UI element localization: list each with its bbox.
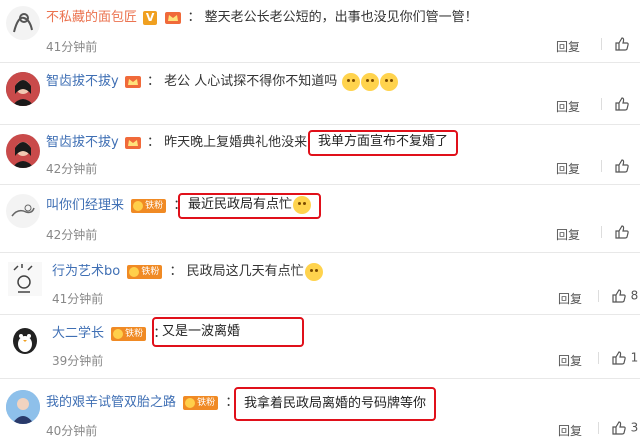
like-button[interactable] (593, 224, 630, 240)
reply-button[interactable]: 回复 (556, 160, 580, 177)
vip-crown-icon (124, 136, 141, 149)
comment-text: 民政局这几天有点忙 (186, 264, 304, 279)
laugh-cry-emoji (304, 262, 323, 281)
vip-v-icon: V (143, 10, 158, 25)
username[interactable]: 大二学长 (52, 326, 104, 341)
timestamp: 42分钟前 (46, 228, 98, 242)
username[interactable]: 智齿拔不拔y (46, 135, 119, 150)
avatar[interactable] (6, 194, 40, 228)
reply-button[interactable]: 回复 (558, 422, 582, 439)
divider (0, 62, 640, 63)
timestamp: 41分钟前 (52, 292, 104, 306)
comment-text: 昨天晚上复婚典礼他没来 (164, 135, 308, 150)
reply-button[interactable]: 回复 (556, 98, 580, 115)
highlight-box: 我拿着民政局离婚的号码牌等你 (234, 387, 437, 421)
divider (0, 124, 640, 125)
laugh-cry-emoji (293, 195, 312, 214)
vip-crown-icon (165, 11, 182, 24)
fans-badge: 铁粉 (111, 326, 147, 341)
divider (598, 290, 599, 302)
timestamp: 41分钟前 (46, 40, 98, 54)
thumbs-up-icon (615, 159, 629, 173)
like-count: 3 (630, 420, 639, 435)
fans-badge: 铁粉 (131, 198, 167, 213)
divider (601, 38, 602, 50)
divider (0, 184, 640, 185)
thumbs-up-icon (612, 421, 626, 435)
username[interactable]: 行为艺术bo (52, 264, 120, 279)
divider (0, 378, 640, 379)
thumbs-up-icon (612, 289, 626, 303)
avatar[interactable] (8, 262, 42, 296)
like-button[interactable]: 8 (590, 288, 638, 304)
reply-button[interactable]: 回复 (558, 290, 582, 307)
highlight-box: 最近民政局有点忙 (178, 193, 322, 219)
divider (598, 422, 599, 434)
thumbs-up-icon (612, 351, 626, 365)
divider (601, 98, 602, 110)
thumbs-up-icon (615, 37, 629, 51)
divider (601, 160, 602, 172)
comment-text: 整天老公长老公短的，出事也没见你们管一管！ (204, 10, 478, 25)
divider (0, 314, 640, 315)
like-button[interactable] (593, 158, 630, 174)
thumbs-up-icon (615, 225, 629, 239)
divider (0, 252, 640, 253)
reply-button[interactable]: 回复 (558, 352, 582, 369)
divider (601, 226, 602, 238)
like-button[interactable]: 3 (590, 420, 638, 436)
comment-text: 最近民政局有点忙 (188, 197, 293, 212)
username[interactable]: 不私藏的面包匠 (46, 10, 137, 25)
fans-badge: 铁粉 (183, 395, 219, 410)
comment-text: 老公 人心试探不得你不知道吗 (164, 74, 338, 89)
highlight-box: 又是一波离婚 (152, 317, 304, 347)
avatar[interactable] (6, 6, 40, 40)
highlight-box: 我单方面宣布不复婚了 (308, 130, 459, 156)
thumbs-up-icon (615, 97, 629, 111)
timestamp: 39分钟前 (52, 354, 104, 368)
like-count: 8 (630, 288, 639, 303)
avatar[interactable] (6, 134, 40, 168)
cat-emoji (342, 72, 361, 91)
timestamp: 42分钟前 (46, 162, 98, 176)
like-button[interactable] (593, 96, 630, 112)
divider (598, 352, 599, 364)
avatar[interactable] (8, 322, 42, 356)
vip-crown-icon (124, 75, 141, 88)
username[interactable]: 叫你们经理来 (46, 198, 124, 213)
cat-emoji (380, 72, 399, 91)
timestamp: 40分钟前 (46, 424, 98, 438)
like-count: 1 (630, 350, 639, 365)
fans-badge: 铁粉 (127, 264, 163, 279)
username[interactable]: 我的艰辛试管双胎之路 (46, 395, 176, 410)
like-button[interactable]: 1 (590, 350, 638, 366)
username[interactable]: 智齿拔不拔y (46, 74, 119, 89)
avatar[interactable] (6, 390, 40, 424)
like-button[interactable] (593, 36, 630, 52)
avatar[interactable] (6, 72, 40, 106)
reply-button[interactable]: 回复 (556, 38, 580, 55)
reply-button[interactable]: 回复 (556, 226, 580, 243)
cat-emoji (361, 72, 380, 91)
